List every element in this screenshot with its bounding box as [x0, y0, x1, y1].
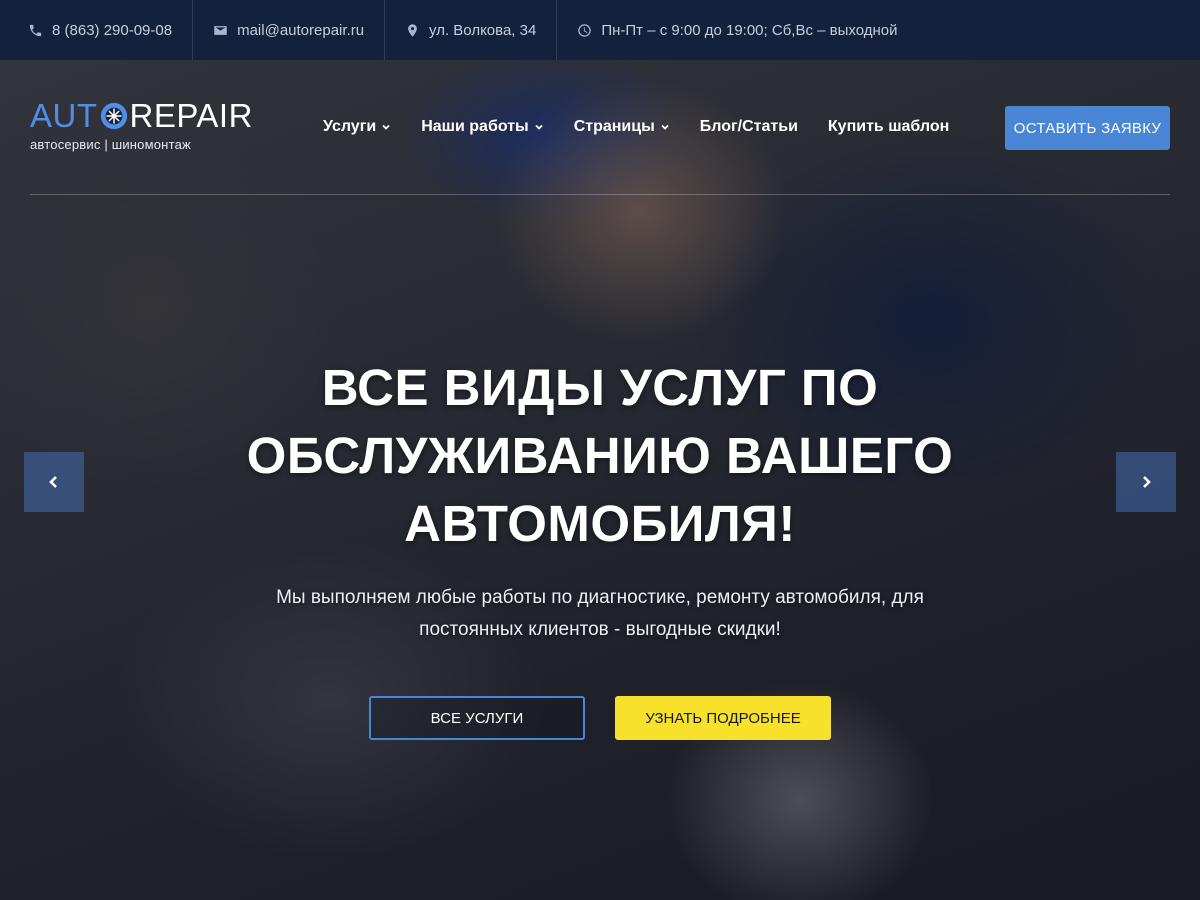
site-logo[interactable]: AUT REPAIR автосервис | шиномонтаж [30, 98, 253, 153]
slider-prev-button[interactable] [24, 452, 84, 512]
topbar-phone[interactable]: 8 (863) 290-09-08 [28, 0, 194, 60]
chevron-down-icon [661, 124, 669, 130]
logo-tagline: автосервис | шиномонтаж [30, 137, 191, 152]
topbar-email-text: mail@autorepair.ru [237, 21, 365, 39]
phone-icon [29, 24, 42, 36]
top-bar: 8 (863) 290-09-08 mail@autorepair.ru ул.… [0, 0, 1200, 60]
nav-item-our-works[interactable]: Наши работы [421, 118, 544, 136]
nav-item-label: Услуги [323, 118, 377, 135]
header-divider [30, 194, 1170, 195]
topbar-hours: Пн-Пт – с 9:00 до 19:00; Сб,Вс – выходно… [557, 0, 917, 60]
topbar-email[interactable]: mail@autorepair.ru [193, 0, 386, 60]
nav-item-label: Купить шаблон [827, 118, 950, 135]
envelope-icon [214, 25, 227, 35]
all-services-button[interactable]: ВСЕ УСЛУГИ [369, 696, 585, 740]
logo-wordmark: AUT REPAIR [30, 98, 253, 134]
topbar-address-text: ул. Волкова, 34 [429, 21, 537, 39]
topbar-hours-text: Пн-Пт – с 9:00 до 19:00; Сб,Вс – выходно… [601, 21, 898, 39]
hero-subtext: Мы выполняем любые работы по диагностике… [276, 587, 924, 640]
nav-item-label: Наши работы [421, 118, 529, 135]
logo-word-right: REPAIR [129, 97, 253, 134]
clock-icon [578, 23, 592, 37]
nav-item-label: Блог/Статьи [699, 118, 798, 135]
logo-word-left: AUT [30, 97, 98, 134]
nav-item-pages[interactable]: Страницы [574, 118, 670, 136]
wheel-icon [100, 102, 127, 130]
hero-slider: AUT REPAIR автосервис | шиномонтаж Услуг… [0, 60, 1200, 900]
leave-request-button[interactable]: ОСТАВИТЬ ЗАЯВКУ [1005, 106, 1170, 150]
chevron-right-icon [1143, 476, 1151, 488]
main-nav: Услуги Наши работы Страницы Блог/Статьи … [323, 118, 979, 136]
learn-more-button[interactable]: УЗНАТЬ ПОДРОБНЕЕ [615, 696, 831, 740]
nav-item-label: Страницы [573, 118, 655, 135]
topbar-phone-text: 8 (863) 290-09-08 [52, 21, 173, 39]
hero-headline: ВСЕ ВИДЫ УСЛУГ ПО ОБСЛУЖИВАНИЮ ВАШЕГО АВ… [246, 359, 954, 552]
slider-next-button[interactable] [1116, 452, 1176, 512]
chevron-down-icon [382, 124, 390, 130]
topbar-address: ул. Волкова, 34 [385, 0, 558, 60]
nav-item-buy-template[interactable]: Купить шаблон [828, 118, 949, 136]
nav-item-services[interactable]: Услуги [323, 118, 391, 136]
nav-item-blog[interactable]: Блог/Статьи [700, 118, 798, 136]
map-pin-icon [408, 23, 417, 37]
chevron-left-icon [49, 476, 57, 488]
chevron-down-icon [535, 124, 543, 130]
